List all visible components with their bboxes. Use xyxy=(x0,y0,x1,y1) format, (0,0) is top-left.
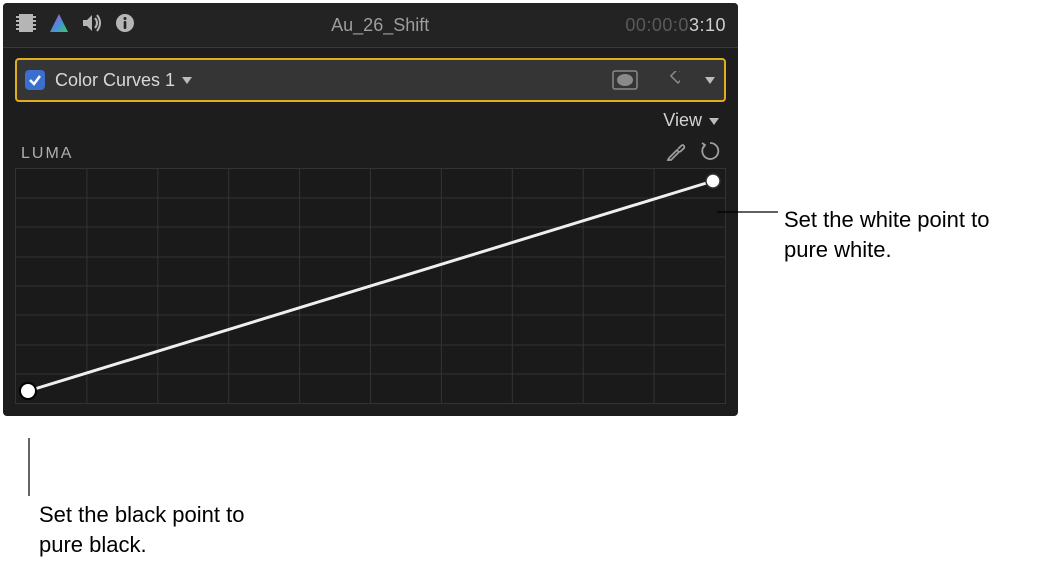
reset-icon[interactable] xyxy=(700,141,720,166)
luma-curve-section: LUMA xyxy=(15,139,726,404)
clip-title: Au_26_Shift xyxy=(135,15,625,36)
chevron-down-icon xyxy=(708,116,720,126)
video-tab-icon[interactable] xyxy=(15,13,37,38)
inspector-topbar: Au_26_Shift 00:00:03:10 xyxy=(3,3,738,48)
color-tab-icon[interactable] xyxy=(49,13,69,38)
effect-header[interactable]: Color Curves 1 xyxy=(15,58,726,102)
chevron-down-icon xyxy=(181,75,193,85)
mask-icon[interactable] xyxy=(612,70,638,90)
curve-label: LUMA xyxy=(21,145,666,163)
checkmark-icon xyxy=(28,73,42,87)
timecode-dim: 00:00:0 xyxy=(625,15,689,35)
effect-name-dropdown[interactable]: Color Curves 1 xyxy=(55,70,193,91)
effect-enable-checkbox[interactable] xyxy=(25,70,45,90)
luma-curve-grid[interactable] xyxy=(15,168,726,404)
effect-menu-chevron-icon[interactable] xyxy=(704,75,716,85)
curve-header: LUMA xyxy=(15,139,726,168)
view-label: View xyxy=(663,110,702,131)
timecode-active: 3:10 xyxy=(689,15,726,35)
effect-name-label: Color Curves 1 xyxy=(55,70,175,91)
timecode: 00:00:03:10 xyxy=(625,15,726,36)
view-menu[interactable]: View xyxy=(663,110,720,131)
audio-tab-icon[interactable] xyxy=(81,13,103,38)
inspector-panel: Au_26_Shift 00:00:03:10 Color Curves 1 V… xyxy=(3,3,738,416)
callout-white-point: Set the white point to pure white. xyxy=(784,205,1034,264)
keyframe-icon[interactable] xyxy=(666,71,680,90)
info-tab-icon[interactable] xyxy=(115,13,135,38)
inspector-tab-icons xyxy=(15,13,135,38)
white-point-handle[interactable] xyxy=(706,174,720,188)
black-point-handle[interactable] xyxy=(20,383,36,399)
view-row: View xyxy=(3,102,738,135)
eyedropper-icon[interactable] xyxy=(666,141,686,166)
callout-black-point: Set the black point to pure black. xyxy=(39,500,289,559)
